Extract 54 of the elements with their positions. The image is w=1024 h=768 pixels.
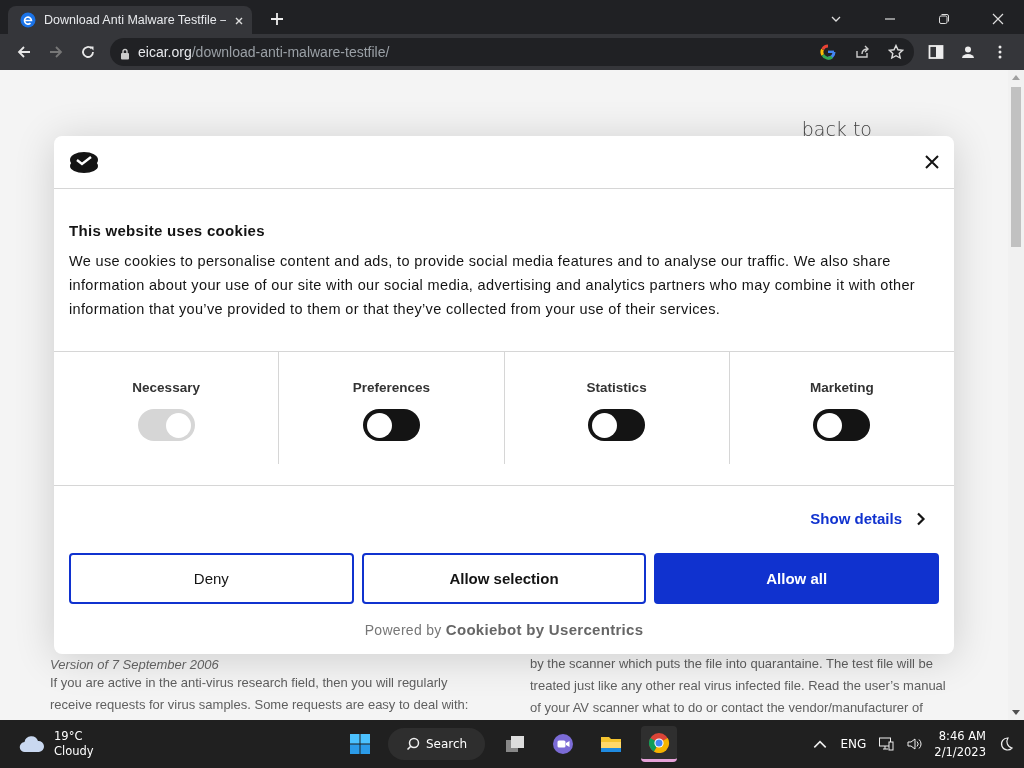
toggle-label: Statistics [586,380,647,395]
video-chat-icon [551,732,576,756]
cloud-icon[interactable] [18,735,46,753]
temperature-text: 19°C [54,729,84,744]
body-paragraph: If you are active in the anti-virus research field, then you will regularly receive requests for virus samples. Some requests are easy to deal with: [50,674,470,714]
scroll-thumb[interactable] [1011,87,1021,247]
allow-selection-button[interactable]: Allow selection [361,553,647,604]
dialog-text: We use cookies to personalise content and ads, to provide social media features and to analyse our traffic. We also share information about your use of our site with our social media, advertising and analytics partners who may combine it with other information that you’ve provided to them or that they’ve collected from your use of their services. [69,252,917,319]
profile-icon[interactable] [960,44,976,60]
chevron-right-icon[interactable] [916,511,926,526]
star-icon[interactable] [888,44,904,60]
toggle-label: Preferences [352,380,431,395]
body-paragraph: by the scanner which puts the file into quarantaine. The test file will be treated just like any other real virus infected file. Read the user’s manual of your AV scanner what to do or contact the vendor/manufacturer of [530,655,947,717]
scroll-down-icon[interactable] [1012,710,1020,715]
back-icon[interactable] [16,44,32,60]
deny-button[interactable]: Deny [69,553,354,604]
allow-all-button[interactable]: Allow all [654,553,939,604]
toggle-switch[interactable] [362,409,420,441]
chrome-button[interactable] [641,726,678,762]
side-panel-icon[interactable] [928,44,944,60]
taskbar-search[interactable]: Search [388,728,486,760]
address-bar[interactable]: eicar.org/download-anti-malware-testfile/ [110,38,914,66]
windows-start-icon[interactable] [348,732,372,756]
weather-text: Cloudy [54,744,94,759]
url-text: eicar.org/download-anti-malware-testfile/ [138,44,390,60]
toggle-switch[interactable] [813,409,871,441]
clock-date[interactable]: 2/1/2023 [934,744,986,760]
google-icon[interactable] [820,44,836,60]
chrome-icon [647,730,672,755]
volume-icon[interactable] [906,736,923,752]
new-tab-icon[interactable] [270,12,284,26]
reload-icon[interactable] [80,44,96,60]
moon-icon[interactable] [998,736,1014,752]
lock-icon [120,46,130,58]
clock-time[interactable]: 8:46 AM [938,728,986,744]
restore-icon[interactable] [938,11,950,23]
network-icon[interactable] [878,736,895,752]
close-icon[interactable] [992,11,1004,23]
dialog-title: This website uses cookies [69,222,266,239]
share-icon[interactable] [854,44,870,60]
language-indicator[interactable]: ENG [840,737,867,751]
site-favicon-icon [20,12,36,28]
cookie-check-icon [68,150,100,174]
powered-by-text: Powered by Cookiebot by Usercentrics [364,621,644,638]
toggle-switch[interactable] [588,409,646,441]
show-details-link[interactable]: Show details [810,510,902,527]
toggle-label: Marketing [810,380,874,395]
back-link[interactable]: back to [801,118,872,140]
version-text: Version of 7 September 2006 [50,656,220,672]
search-icon [406,737,420,751]
toggle-label: Necessary [132,380,200,395]
close-icon[interactable] [924,154,940,170]
close-icon[interactable] [234,15,244,25]
forward-icon[interactable] [48,44,64,60]
